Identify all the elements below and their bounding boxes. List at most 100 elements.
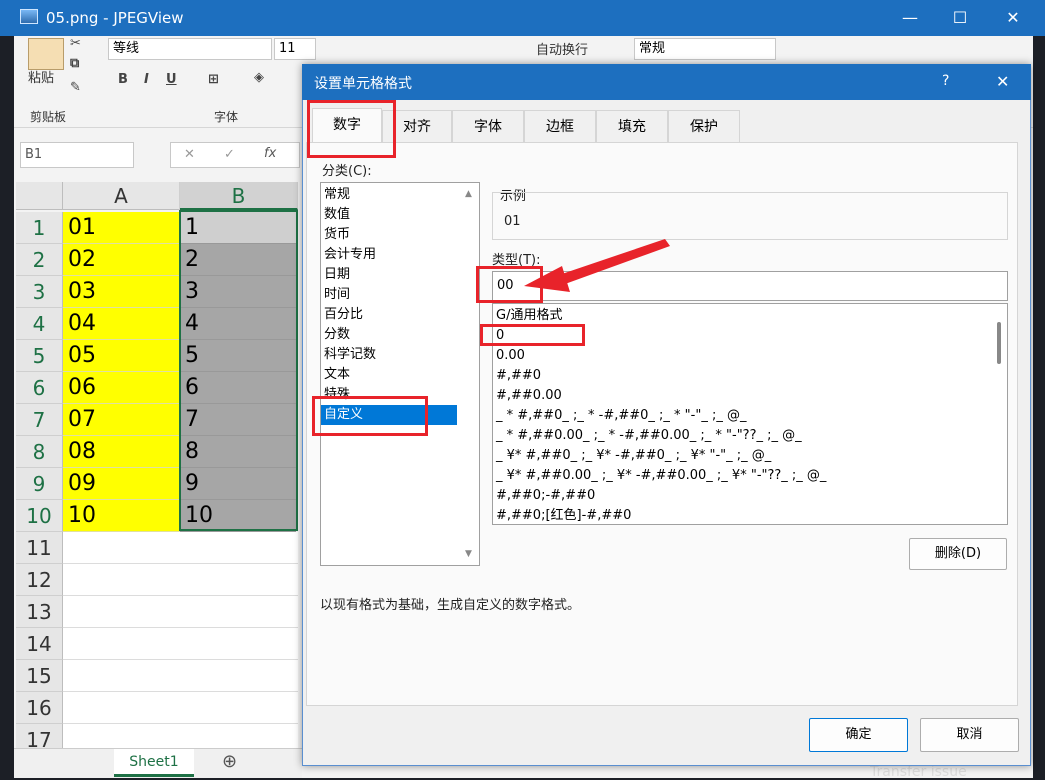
row-header[interactable]: 15 bbox=[16, 660, 63, 692]
scroll-up-icon[interactable]: ▲ bbox=[465, 189, 472, 199]
cell-a[interactable]: 09 bbox=[63, 468, 180, 500]
cell-a[interactable]: 01 bbox=[63, 212, 180, 244]
close-button[interactable]: ✕ bbox=[990, 0, 1036, 36]
empty-cell-row[interactable] bbox=[63, 692, 298, 724]
row-header[interactable]: 10 bbox=[16, 500, 63, 532]
row-header[interactable]: 16 bbox=[16, 692, 63, 724]
tab-font[interactable]: 字体 bbox=[452, 110, 524, 142]
minimize-button[interactable]: — bbox=[887, 0, 933, 36]
dialog-title: 设置单元格格式 bbox=[314, 76, 412, 92]
clipboard-group-label: 剪贴板 bbox=[30, 110, 67, 124]
format-item[interactable]: #,##0.00 bbox=[496, 386, 562, 406]
row-header[interactable]: 12 bbox=[16, 564, 63, 596]
empty-cell-row[interactable] bbox=[63, 596, 298, 628]
font-name-select[interactable]: 等线 bbox=[108, 38, 272, 60]
format-item[interactable]: #,##0 bbox=[496, 366, 541, 386]
cell-a[interactable]: 03 bbox=[63, 276, 180, 308]
row-header[interactable]: 11 bbox=[16, 532, 63, 564]
format-item[interactable]: #,##0;-#,##0 bbox=[496, 486, 595, 506]
cell-a[interactable]: 07 bbox=[63, 404, 180, 436]
format-item[interactable]: 0.00 bbox=[496, 346, 525, 366]
row-header[interactable]: 6 bbox=[16, 372, 63, 404]
format-list-scrollbar[interactable] bbox=[997, 322, 1001, 364]
row-header[interactable]: 1 bbox=[16, 212, 63, 244]
dialog-close-button[interactable]: ✕ bbox=[996, 72, 1009, 91]
paste-label[interactable]: 粘贴 bbox=[28, 67, 54, 86]
delete-button[interactable]: 删除(D) bbox=[909, 538, 1007, 570]
ok-button[interactable]: 确定 bbox=[809, 718, 908, 752]
format-item[interactable]: _ ¥* #,##0_ ;_ ¥* -#,##0_ ;_ ¥* "-"_ ;_ … bbox=[496, 446, 771, 466]
category-item[interactable]: 分数 bbox=[321, 325, 457, 345]
cancel-button[interactable]: 取消 bbox=[920, 718, 1019, 752]
row-header[interactable]: 2 bbox=[16, 244, 63, 276]
italic-button[interactable]: I bbox=[144, 72, 149, 87]
category-item[interactable]: 时间 bbox=[321, 285, 457, 305]
scroll-down-icon[interactable]: ▼ bbox=[465, 549, 472, 559]
help-button[interactable]: ? bbox=[942, 73, 949, 89]
maximize-button[interactable]: ☐ bbox=[937, 0, 983, 36]
category-item[interactable]: 常规 bbox=[321, 185, 457, 205]
viewer-title-bar: 05.png - JPEGView — ☐ ✕ bbox=[0, 0, 1045, 36]
format-item[interactable]: _ ¥* #,##0.00_ ;_ ¥* -#,##0.00_ ;_ ¥* "-… bbox=[496, 466, 826, 486]
empty-cell-row[interactable] bbox=[63, 532, 298, 564]
row-header[interactable]: 4 bbox=[16, 308, 63, 340]
category-item[interactable]: 文本 bbox=[321, 365, 457, 385]
annotation-box-number-tab bbox=[307, 100, 396, 158]
row-header[interactable]: 7 bbox=[16, 404, 63, 436]
enter-formula-icon[interactable]: ✓ bbox=[224, 147, 235, 162]
fill-color-icon[interactable]: ◈ bbox=[254, 70, 264, 85]
cell-a[interactable]: 04 bbox=[63, 308, 180, 340]
bold-button[interactable]: B bbox=[118, 72, 128, 87]
cell-a[interactable]: 02 bbox=[63, 244, 180, 276]
row-header[interactable]: 5 bbox=[16, 340, 63, 372]
category-item[interactable]: 货币 bbox=[321, 225, 457, 245]
tab-border[interactable]: 边框 bbox=[524, 110, 596, 142]
row-header[interactable]: 9 bbox=[16, 468, 63, 500]
category-item[interactable]: 日期 bbox=[321, 265, 457, 285]
format-item[interactable]: #,##0;[红色]-#,##0 bbox=[496, 506, 631, 524]
category-item[interactable]: 百分比 bbox=[321, 305, 457, 325]
format-painter-icon[interactable]: ✎ bbox=[70, 80, 81, 95]
select-all-corner[interactable] bbox=[16, 182, 63, 210]
paste-icon[interactable] bbox=[28, 38, 64, 70]
empty-cell-row[interactable] bbox=[63, 660, 298, 692]
sheet-tab-sheet1[interactable]: Sheet1 bbox=[114, 749, 194, 777]
cell-a[interactable]: 06 bbox=[63, 372, 180, 404]
viewer-title: 05.png - JPEGView bbox=[46, 9, 184, 27]
font-size-select[interactable]: 11 bbox=[274, 38, 316, 60]
tab-protection[interactable]: 保护 bbox=[668, 110, 740, 142]
category-item[interactable]: 科学记数 bbox=[321, 345, 457, 365]
empty-cell-row[interactable] bbox=[63, 628, 298, 660]
annotation-box-custom bbox=[312, 396, 428, 436]
description-text: 以现有格式为基础，生成自定义的数字格式。 bbox=[320, 598, 581, 613]
annotation-arrow-icon bbox=[524, 239, 670, 292]
column-header-b[interactable]: B bbox=[180, 182, 298, 210]
cut-icon[interactable]: ✂ bbox=[70, 36, 81, 51]
cell-a[interactable]: 08 bbox=[63, 436, 180, 468]
category-item[interactable]: 数值 bbox=[321, 205, 457, 225]
underline-button[interactable]: U bbox=[166, 72, 177, 87]
wrap-text-button[interactable]: 自动换行 bbox=[536, 39, 588, 58]
row-header[interactable]: 8 bbox=[16, 436, 63, 468]
font-group-label: 字体 bbox=[214, 110, 239, 124]
row-header[interactable]: 14 bbox=[16, 628, 63, 660]
tab-fill[interactable]: 填充 bbox=[596, 110, 668, 142]
copy-icon[interactable]: ⧉ bbox=[70, 56, 79, 71]
number-format-select[interactable]: 常规 bbox=[634, 38, 776, 60]
insert-function-icon[interactable]: fx bbox=[264, 146, 276, 161]
format-item[interactable]: G/通用格式 bbox=[496, 306, 562, 326]
cell-a[interactable]: 10 bbox=[63, 500, 180, 532]
empty-cell-row[interactable] bbox=[63, 564, 298, 596]
border-icon[interactable]: ⊞ bbox=[208, 72, 219, 87]
category-list[interactable]: 常规 数值 货币 会计专用 日期 时间 百分比 分数 科学记数 文本 特殊 自定义 ▲ ▼ bbox=[320, 182, 480, 566]
add-sheet-icon[interactable]: ⊕ bbox=[222, 751, 237, 772]
row-header[interactable]: 3 bbox=[16, 276, 63, 308]
cancel-formula-icon[interactable]: ✕ bbox=[184, 147, 195, 162]
column-header-a[interactable]: A bbox=[63, 182, 180, 210]
format-item[interactable]: _ * #,##0_ ;_ * -#,##0_ ;_ * "-"_ ;_ @_ bbox=[496, 406, 746, 426]
row-header[interactable]: 13 bbox=[16, 596, 63, 628]
cell-a[interactable]: 05 bbox=[63, 340, 180, 372]
category-item[interactable]: 会计专用 bbox=[321, 245, 457, 265]
name-box[interactable]: B1 bbox=[20, 142, 134, 168]
format-item[interactable]: _ * #,##0.00_ ;_ * -#,##0.00_ ;_ * "-"??… bbox=[496, 426, 802, 446]
